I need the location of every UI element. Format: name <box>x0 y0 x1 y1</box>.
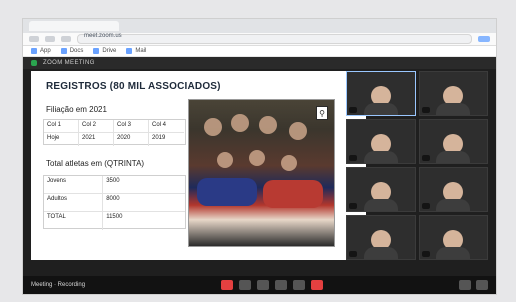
table-cell: 2020 <box>114 133 149 146</box>
zoom-header: ZOOM MEETING <box>23 57 496 69</box>
table-cell: Hoje <box>44 133 79 146</box>
reload-icon[interactable] <box>61 36 71 42</box>
participant-tile[interactable] <box>418 71 488 116</box>
bookmark-item[interactable]: App <box>31 48 51 54</box>
table-header-cell: Col 3 <box>114 120 149 133</box>
table-row: Adultos 8000 <box>44 194 185 212</box>
table-value-cell: 3500 <box>103 176 185 194</box>
fullscreen-icon[interactable] <box>476 280 488 290</box>
extension-icon[interactable] <box>478 36 490 42</box>
toolbar-text: Meeting · Recording <box>31 282 86 288</box>
photo-face <box>231 114 249 132</box>
participant-tile[interactable] <box>418 119 488 164</box>
mic-icon <box>421 203 430 209</box>
table-value-cell: 8000 <box>103 194 185 212</box>
bookmark-icon <box>60 48 67 54</box>
participant-tile[interactable] <box>418 167 488 212</box>
address-bar: meet.zoom.us <box>23 33 496 46</box>
toolbar-right <box>459 280 488 290</box>
table-header-cell: Col 1 <box>44 120 79 133</box>
bookmark-item[interactable]: Drive <box>93 48 116 54</box>
shared-screen: REGISTROS (80 MIL ASSOCIADOS) Filiação e… <box>31 71 366 260</box>
zoom-header-title: ZOOM MEETING <box>43 60 95 66</box>
table-2: Jovens 3500 Adultos 8000 TOTAL 11500 <box>43 175 186 230</box>
table-1: Col 1 Col 2 Col 3 Col 4 Hoje 2021 2020 2… <box>43 119 186 146</box>
url-field[interactable]: meet.zoom.us <box>77 33 472 44</box>
participant-torso <box>363 247 398 259</box>
participant-torso <box>436 151 471 163</box>
share-button[interactable] <box>257 280 270 290</box>
participant-torso <box>363 151 398 163</box>
bookmark-icon <box>93 48 100 54</box>
table-row: Jovens 3500 <box>44 176 185 194</box>
zoom-status-icon <box>31 60 37 66</box>
group-photo: ⚲ <box>188 99 335 247</box>
table-row: Col 1 Col 2 Col 3 Col 4 <box>44 120 185 133</box>
mic-icon <box>421 155 430 161</box>
table-label-cell: Adultos <box>44 194 104 212</box>
chat-button[interactable] <box>293 280 306 290</box>
browser-tabbar <box>23 19 496 33</box>
participant-torso <box>363 199 398 211</box>
table-value-cell: 11500 <box>106 214 123 220</box>
photo-face <box>217 152 233 168</box>
participant-tile[interactable] <box>346 167 416 212</box>
photo-badge-icon: ⚲ <box>316 106 328 120</box>
zoom-window: ZOOM MEETING REGISTROS (80 MIL ASSOCIADO… <box>23 57 496 294</box>
photo-face <box>289 122 307 140</box>
bookmark-icon <box>126 48 133 54</box>
participant-gallery <box>346 71 488 260</box>
table-row: TOTAL 11500 <box>44 212 185 230</box>
mic-icon <box>349 203 357 209</box>
table-label-cell: Jovens <box>44 176 104 194</box>
photo-face <box>249 150 265 166</box>
settings-icon[interactable] <box>459 280 471 290</box>
participants-button[interactable] <box>275 280 288 290</box>
table-header-cell: Col 4 <box>149 120 184 133</box>
mic-icon <box>349 107 357 113</box>
video-button[interactable] <box>239 280 252 290</box>
participant-torso <box>436 247 471 259</box>
browser-tab[interactable] <box>29 21 119 31</box>
mic-icon <box>421 251 430 257</box>
participant-tile[interactable] <box>346 215 416 260</box>
url-text: meet.zoom.us <box>84 33 122 39</box>
meeting-toolbar: Meeting · Recording <box>23 276 496 294</box>
table-cell: 2019 <box>152 135 166 141</box>
table-row: Hoje 2021 2020 2019 <box>44 133 185 146</box>
slide-title: REGISTROS (80 MIL ASSOCIADOS) <box>46 81 221 92</box>
bookmark-item[interactable]: Mail <box>126 48 146 54</box>
forward-icon[interactable] <box>45 36 55 42</box>
bookmarks-bar: App Docs Drive Mail <box>23 46 496 57</box>
browser-window: meet.zoom.us App Docs Drive Mail ZOOM ME… <box>22 18 497 295</box>
table-label-cell: TOTAL <box>44 212 104 230</box>
participant-tile[interactable] <box>346 71 416 116</box>
back-icon[interactable] <box>29 36 39 42</box>
leave-button[interactable] <box>311 280 324 290</box>
bookmark-item[interactable]: Docs <box>60 48 83 54</box>
participant-torso <box>436 199 471 211</box>
participant-tile[interactable] <box>346 119 416 164</box>
mic-icon <box>421 107 430 113</box>
photo-shirt <box>197 178 257 206</box>
photo-face <box>281 155 297 171</box>
table-cell: 2021 <box>79 133 114 146</box>
mic-icon <box>349 251 357 257</box>
participant-torso <box>363 103 398 115</box>
table-header-cell: Col 2 <box>79 120 114 133</box>
photo-shirt <box>263 180 323 208</box>
photo-face <box>204 118 222 136</box>
participant-torso <box>436 103 471 115</box>
mute-button[interactable] <box>221 280 234 290</box>
slide-section-title: Filiação em 2021 <box>46 105 107 114</box>
slide-section-title: Total atletas em (QTRINTA) <box>46 159 145 168</box>
mic-icon <box>349 155 357 161</box>
participant-tile[interactable] <box>418 215 488 260</box>
photo-face <box>259 116 277 134</box>
bookmark-icon <box>31 48 37 54</box>
